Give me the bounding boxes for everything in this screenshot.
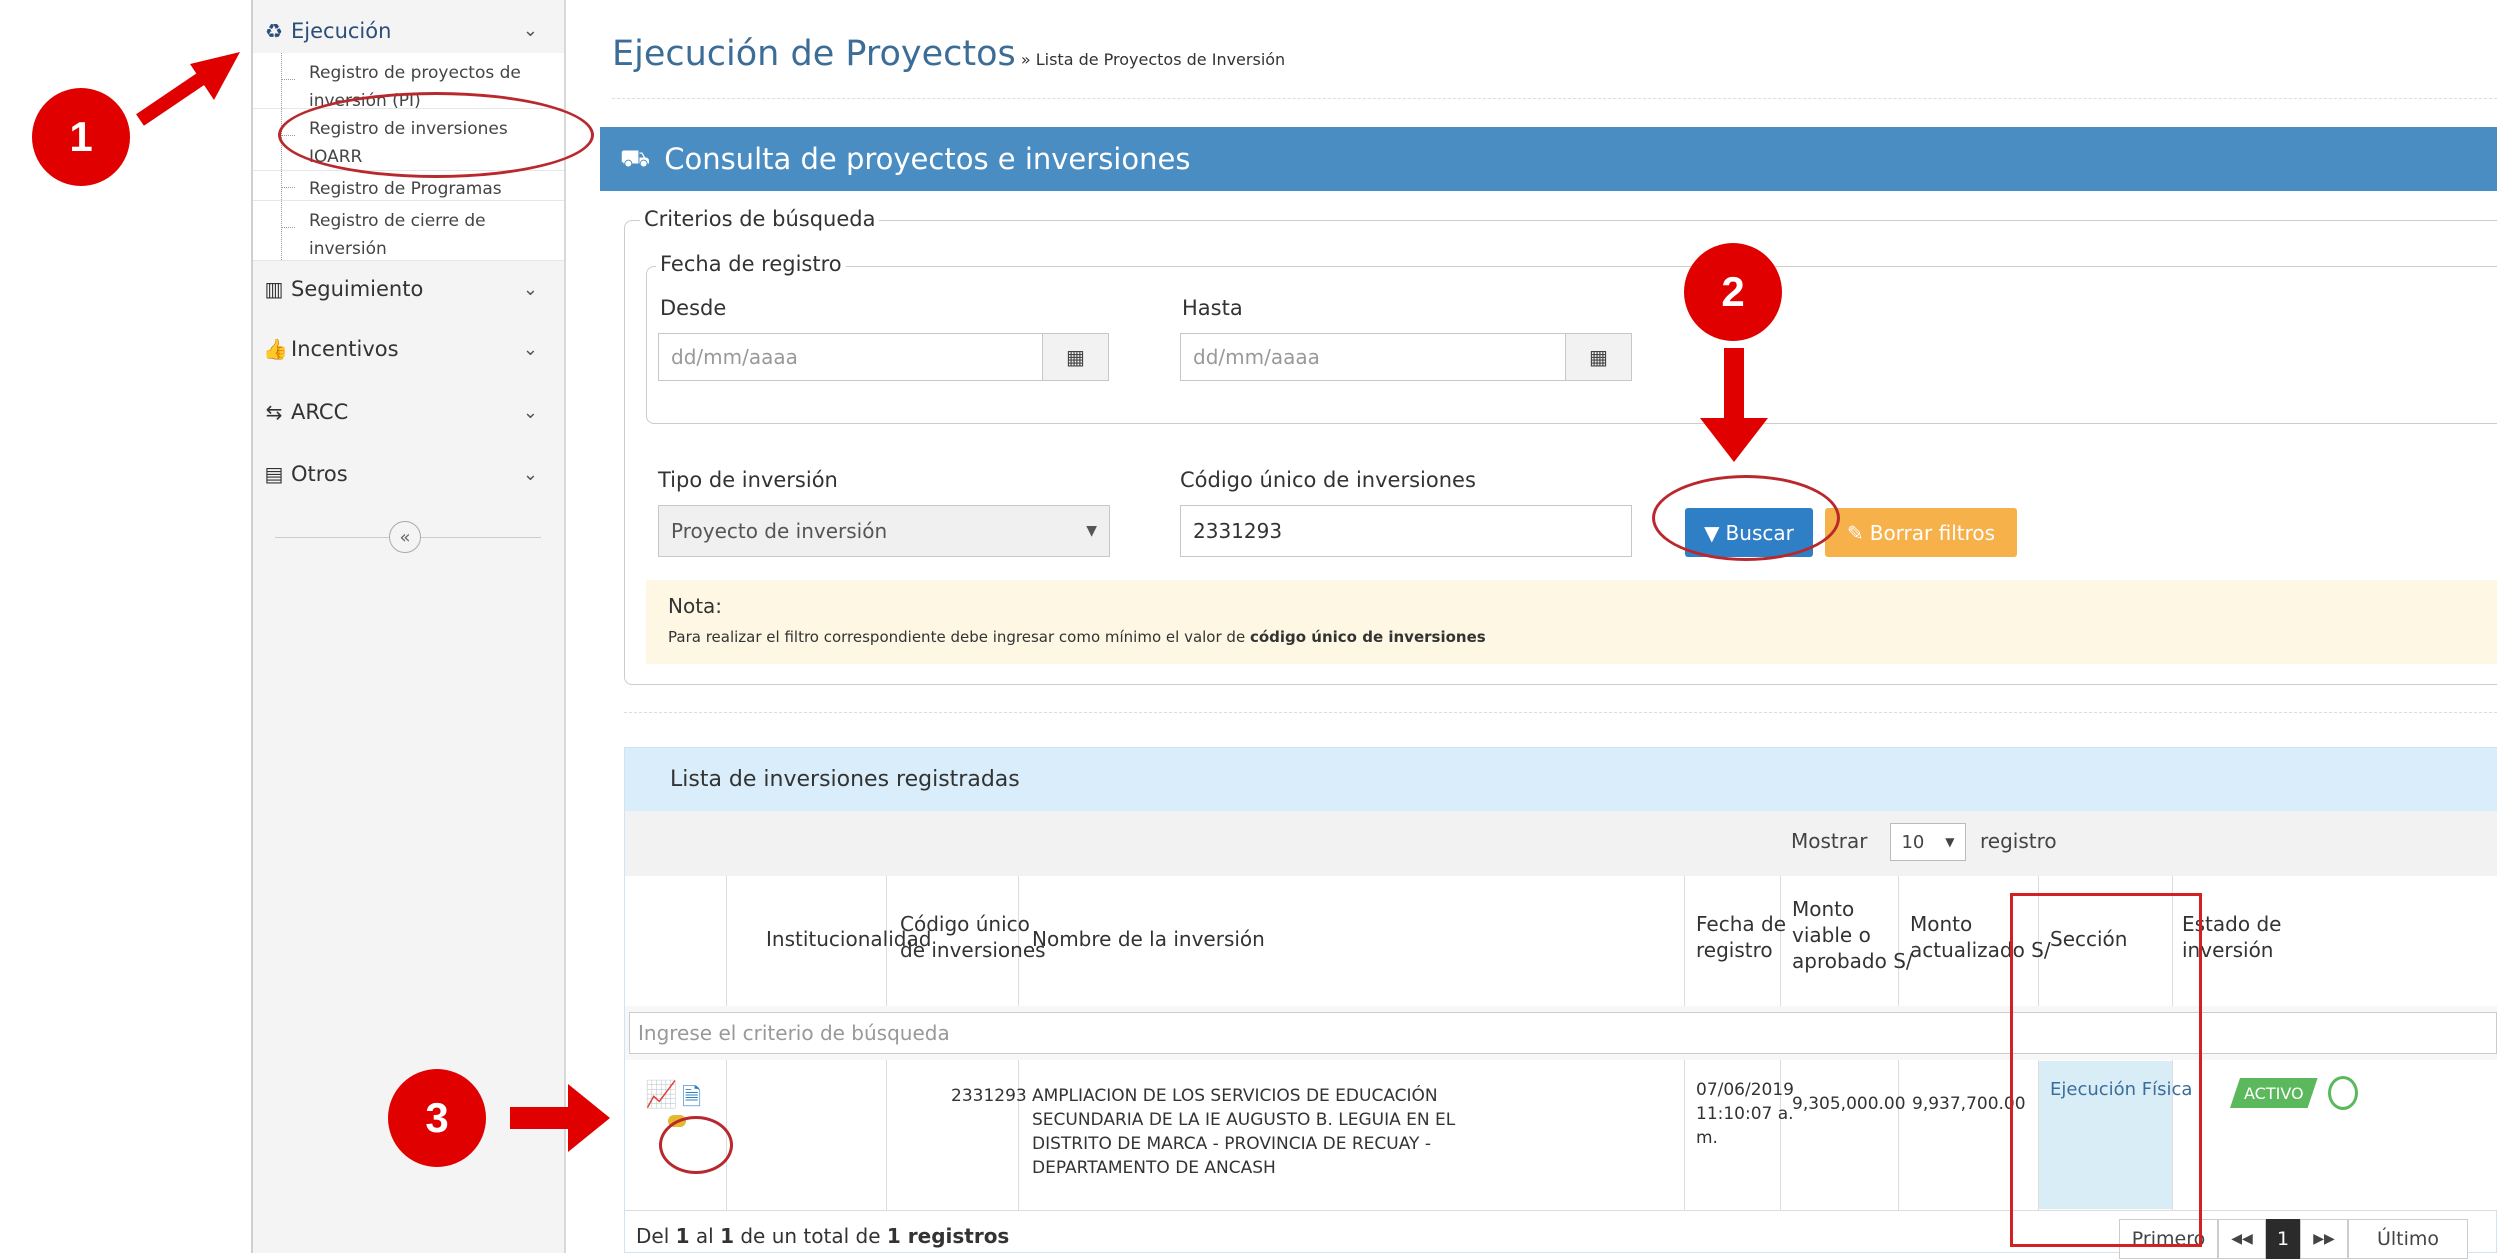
annotation-arrows <box>136 52 1768 1152</box>
arrow-3-shaft <box>510 1107 572 1129</box>
highlight-oval-registro-pi <box>278 92 594 178</box>
arrow-2-shaft <box>1724 348 1744 422</box>
highlight-oval-chart-icon <box>659 1116 733 1174</box>
arrow-2-head <box>1700 418 1768 462</box>
arrow-1-shaft <box>136 68 212 126</box>
arrow-3-head <box>568 1084 610 1152</box>
highlight-oval-buscar <box>1652 475 1840 561</box>
